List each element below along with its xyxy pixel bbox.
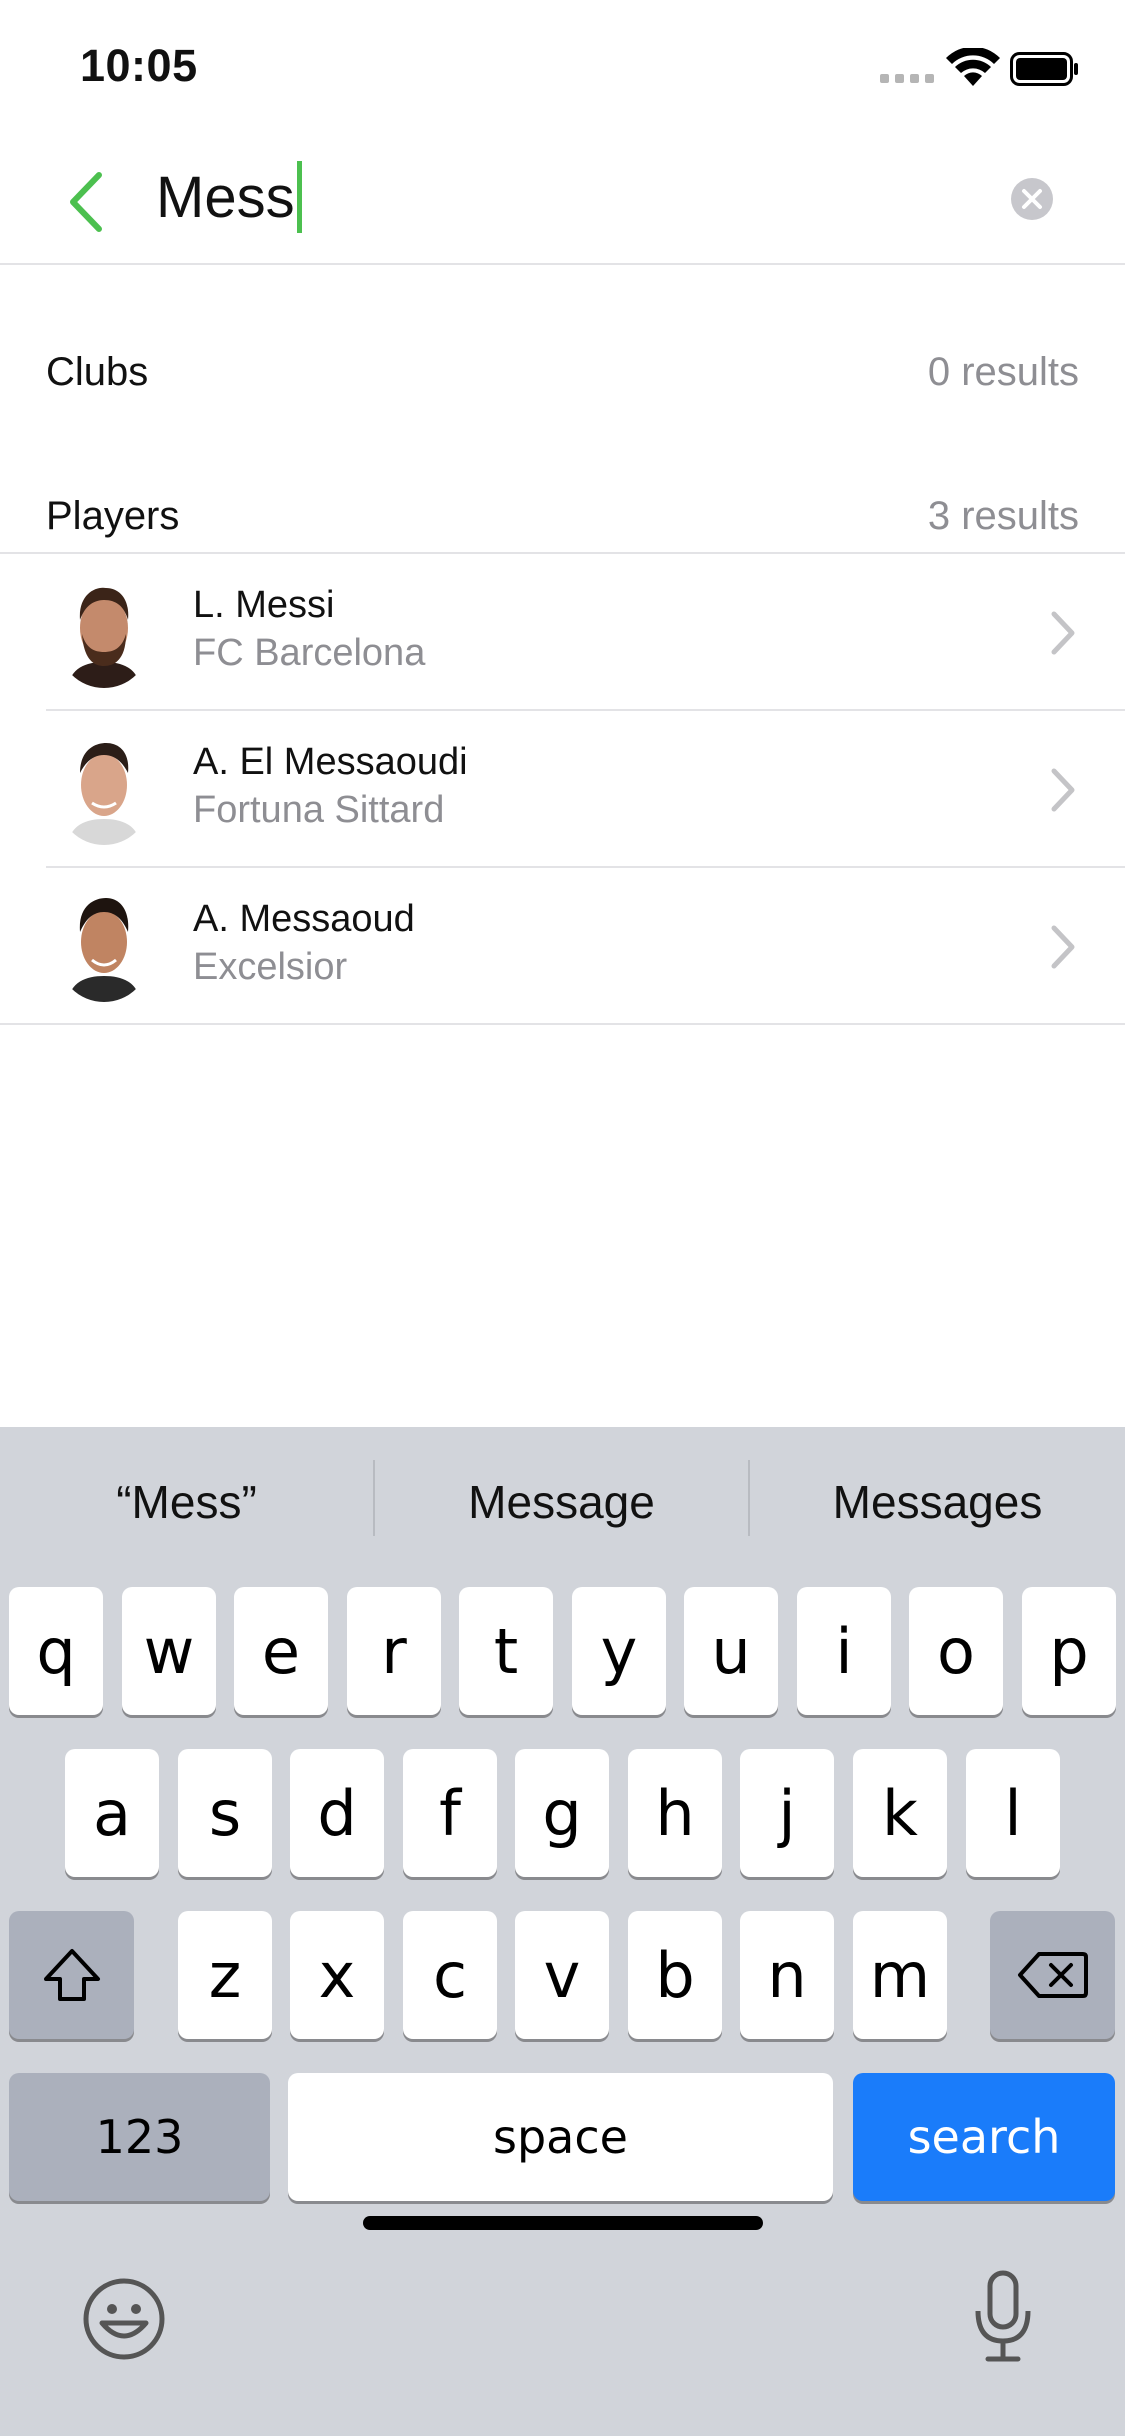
player-club: Excelsior — [193, 946, 348, 988]
key-z[interactable]: z — [178, 1911, 272, 2039]
status-bar: 10:05 — [0, 0, 1125, 132]
player-avatar — [58, 890, 150, 1002]
key-i[interactable]: i — [797, 1587, 891, 1715]
player-club: FC Barcelona — [193, 632, 426, 674]
player-club: Fortuna Sittard — [193, 789, 445, 831]
backspace-icon — [1017, 1952, 1088, 1998]
row-divider — [0, 1023, 1125, 1025]
key-o[interactable]: o — [909, 1587, 1003, 1715]
key-f[interactable]: f — [403, 1749, 497, 1877]
shift-icon — [43, 1949, 100, 2001]
key-g[interactable]: g — [515, 1749, 609, 1877]
numbers-key[interactable]: 123 — [9, 2073, 270, 2201]
keyboard: “Mess” Message Messages q w e r t y u i … — [0, 1427, 1125, 2436]
key-w[interactable]: w — [122, 1587, 216, 1715]
key-k[interactable]: k — [853, 1749, 947, 1877]
key-t[interactable]: t — [459, 1587, 553, 1715]
search-query: Mess — [156, 164, 295, 230]
suggestion-bar: “Mess” Message Messages — [0, 1427, 1125, 1577]
key-h[interactable]: h — [628, 1749, 722, 1877]
text-caret — [296, 161, 302, 233]
chevron-right-icon — [1051, 925, 1075, 969]
player-name: A. Messaoud — [193, 898, 415, 940]
suggestion-item[interactable]: Message — [375, 1427, 748, 1577]
key-n[interactable]: n — [740, 1911, 834, 2039]
result-count: 0 results — [927, 350, 1079, 394]
delete-key[interactable] — [990, 1911, 1115, 2039]
result-count: 3 results — [927, 494, 1079, 538]
key-e[interactable]: e — [234, 1587, 328, 1715]
key-v[interactable]: v — [515, 1911, 609, 2039]
suggestion-item[interactable]: “Mess” — [0, 1427, 373, 1577]
section-title: Clubs — [46, 350, 149, 394]
key-x[interactable]: x — [290, 1911, 384, 2039]
microphone-icon[interactable] — [970, 2269, 1036, 2365]
players-list: L. Messi FC Barcelona A. El Messaoudi Fo… — [0, 552, 1125, 1025]
key-j[interactable]: j — [740, 1749, 834, 1877]
key-l[interactable]: l — [966, 1749, 1060, 1877]
home-indicator[interactable] — [363, 2216, 763, 2230]
search-key[interactable]: search — [853, 2073, 1115, 2201]
cellular-signal-icon — [880, 74, 934, 83]
player-row[interactable]: A. Messaoud Excelsior — [0, 868, 1125, 1025]
status-time: 10:05 — [80, 40, 198, 91]
chevron-left-icon — [70, 172, 102, 232]
key-c[interactable]: c — [403, 1911, 497, 2039]
shift-key[interactable] — [9, 1911, 134, 2039]
key-d[interactable]: d — [290, 1749, 384, 1877]
search-input[interactable]: Mess — [156, 161, 302, 233]
player-name: L. Messi — [193, 584, 335, 626]
key-s[interactable]: s — [178, 1749, 272, 1877]
player-row[interactable]: L. Messi FC Barcelona — [0, 554, 1125, 711]
suggestion-item[interactable]: Messages — [750, 1427, 1125, 1577]
key-b[interactable]: b — [628, 1911, 722, 2039]
back-button[interactable] — [50, 162, 120, 242]
player-name: A. El Messaoudi — [193, 741, 468, 783]
key-p[interactable]: p — [1022, 1587, 1116, 1715]
key-u[interactable]: u — [684, 1587, 778, 1715]
player-row[interactable]: A. El Messaoudi Fortuna Sittard — [0, 711, 1125, 868]
search-header: Mess — [0, 132, 1125, 265]
chevron-right-icon — [1051, 768, 1075, 812]
chevron-right-icon — [1051, 611, 1075, 655]
battery-icon — [1010, 52, 1078, 86]
clear-search-icon[interactable] — [1010, 177, 1054, 221]
players-section-header: Players 3 results — [0, 474, 1125, 564]
emoji-icon[interactable] — [82, 2277, 166, 2361]
space-key[interactable]: space — [288, 2073, 833, 2201]
key-r[interactable]: r — [347, 1587, 441, 1715]
key-y[interactable]: y — [572, 1587, 666, 1715]
clubs-section-header: Clubs 0 results — [0, 330, 1125, 420]
section-title: Players — [46, 494, 180, 538]
key-m[interactable]: m — [853, 1911, 947, 2039]
wifi-icon — [946, 48, 1000, 86]
player-avatar — [58, 733, 150, 845]
key-q[interactable]: q — [9, 1587, 103, 1715]
player-avatar — [58, 576, 150, 688]
key-a[interactable]: a — [65, 1749, 159, 1877]
